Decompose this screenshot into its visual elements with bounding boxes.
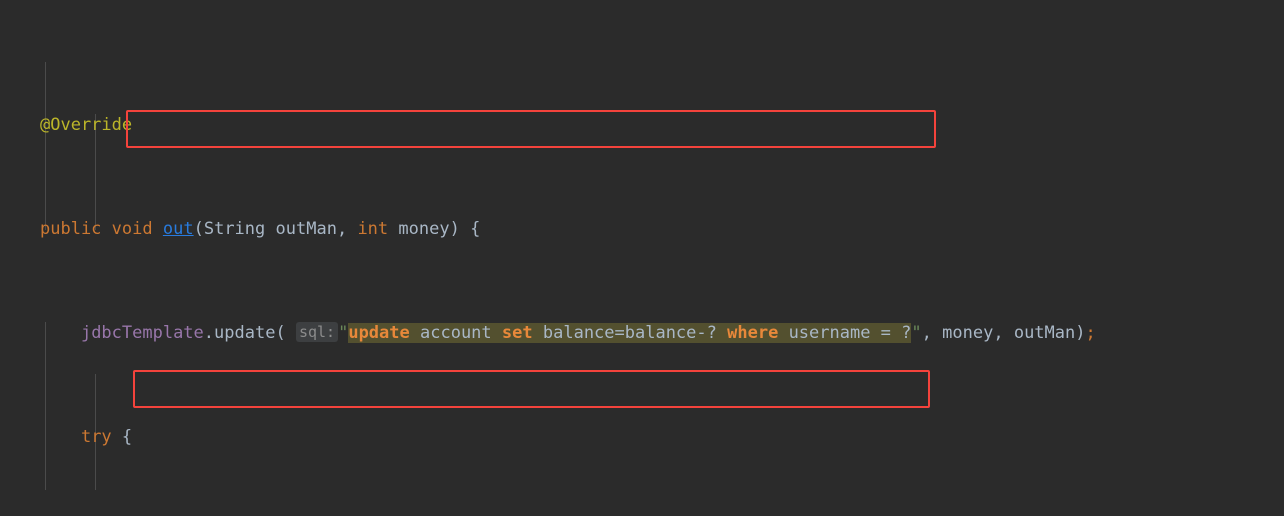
param1-name-out: outMan [275,219,337,239]
sql-parameter-hint-out[interactable]: sql: [295,322,339,342]
string-open-quote: " [338,323,349,343]
sql-keyword-where: where [727,323,779,343]
open-paren: ( [193,219,204,239]
sql-set-expression-out: balance=balance-? [542,323,717,343]
open-brace: { [121,427,133,447]
return-type-keyword-out: void [111,219,153,239]
close-paren: ) [449,219,460,239]
override-annotation-out: @Override [40,115,133,135]
update-method-out: update [214,323,276,343]
code-editor-pane[interactable]: @Override public void out(String outMan,… [0,0,1284,516]
open-paren: ( [275,323,286,343]
sql-hint-label: sql: [298,323,336,341]
code-line-jdbc-update-out: jdbcTemplate.update( sql: "update account… [40,320,1096,346]
string-close-quote: " [911,323,922,343]
param2-type-out: int [357,219,389,239]
comma: , [993,323,1004,343]
close-paren: ) [1075,323,1086,343]
jdbc-template-field-out: jdbcTemplate [80,323,204,343]
code-line-annotation-out: @Override [40,112,1096,138]
sql-keyword-update: update [348,323,410,343]
semicolon: ; [1085,323,1096,343]
sql-keyword-set: set [501,323,533,343]
code-line-try-out: try { [40,424,1096,450]
sql-injected-string-out: update account set balance=balance-? whe… [348,323,912,343]
dot: . [203,323,215,343]
open-brace: { [470,219,481,239]
method-name-out[interactable]: out [163,219,194,239]
sql-table-name: account [420,323,492,343]
arg-outman: outMan [1013,323,1076,343]
try-keyword-out: try [80,427,112,447]
code-line-signature-out: public void out(String outMan, int money… [40,216,1096,242]
param2-name-out: money [398,219,450,239]
sql-where-condition-out: username = ? [788,323,912,343]
modifier-keyword-out: public [40,219,102,239]
comma: , [336,219,348,239]
comma: , [921,323,932,343]
param1-type-out: String [203,219,266,239]
code-text-layer: @Override public void out(String outMan,… [40,8,1096,516]
arg-money-out: money [942,323,994,343]
